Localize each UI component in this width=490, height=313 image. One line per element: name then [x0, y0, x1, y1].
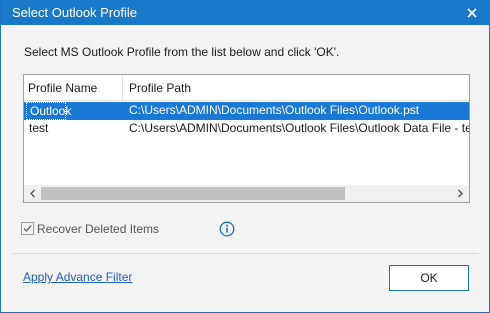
list-header: Profile Name Profile Path: [24, 75, 469, 101]
recover-deleted-option[interactable]: Recover Deleted Items: [21, 221, 159, 236]
select-outlook-profile-dialog: Select Outlook Profile Select MS Outlook…: [0, 0, 490, 313]
profile-row-test[interactable]: test C:\Users\ADMIN\Documents\Outlook Fi…: [24, 120, 469, 138]
apply-advance-filter-link[interactable]: Apply Advance Filter: [23, 270, 132, 284]
close-icon: [467, 7, 477, 18]
info-button[interactable]: [219, 221, 235, 237]
ok-button[interactable]: OK: [389, 265, 469, 291]
profile-path-cell: C:\Users\ADMIN\Documents\Outlook Files\O…: [129, 103, 420, 117]
title-bar: Select Outlook Profile: [1, 0, 490, 25]
profile-name-cell: test: [29, 121, 49, 135]
profile-name-cell: Outlook: [26, 102, 71, 120]
scroll-right-button[interactable]: [452, 185, 469, 202]
column-header-profile-path[interactable]: Profile Path: [129, 81, 191, 95]
info-icon: [219, 221, 235, 237]
column-divider[interactable]: [122, 75, 123, 100]
profile-list[interactable]: Profile Name Profile Path Outlook C:\Use…: [23, 74, 470, 203]
footer-separator: [13, 253, 479, 254]
profile-path-cell: C:\Users\ADMIN\Documents\Outlook Files\O…: [129, 121, 470, 135]
profile-row-outlook[interactable]: Outlook C:\Users\ADMIN\Documents\Outlook…: [24, 102, 469, 120]
close-button[interactable]: [460, 0, 484, 25]
scroll-left-button[interactable]: [24, 185, 41, 202]
scrollbar-thumb[interactable]: [41, 187, 345, 200]
recover-deleted-label: Recover Deleted Items: [37, 221, 160, 236]
instruction-text: Select MS Outlook Profile from the list …: [24, 45, 340, 59]
column-header-profile-name[interactable]: Profile Name: [28, 81, 97, 95]
chevron-left-icon: [29, 189, 36, 198]
recover-deleted-checkbox[interactable]: [21, 222, 34, 235]
horizontal-scrollbar[interactable]: [24, 185, 469, 202]
dialog-title: Select Outlook Profile: [12, 5, 138, 20]
checkmark-icon: [23, 225, 32, 233]
chevron-right-icon: [457, 189, 464, 198]
